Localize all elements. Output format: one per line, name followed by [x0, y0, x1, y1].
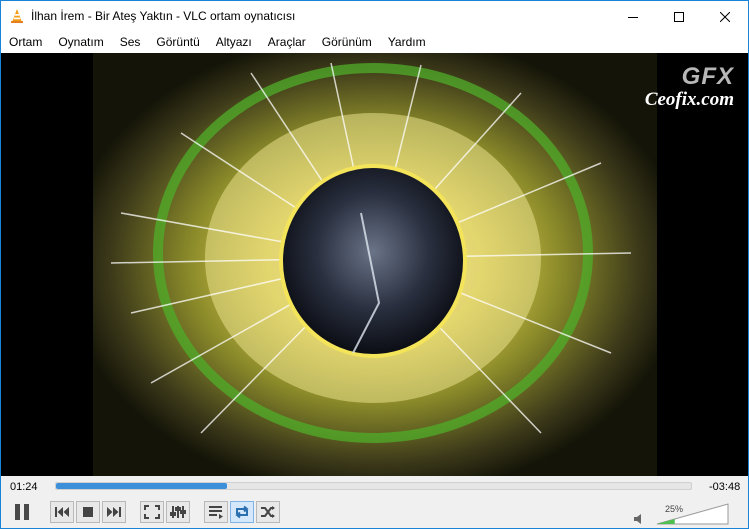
watermark-logo: GFX Ceofix.com	[614, 63, 734, 111]
extended-settings-icon	[170, 506, 186, 518]
playlist-icon	[209, 506, 223, 519]
minimize-icon	[628, 16, 638, 18]
title-bar[interactable]: İlhan İrem - Bir Ateş Yaktın - VLC ortam…	[1, 1, 748, 32]
window-title: İlhan İrem - Bir Ateş Yaktın - VLC ortam…	[31, 9, 296, 23]
stop-icon	[83, 507, 93, 517]
close-button[interactable]	[702, 1, 748, 32]
maximize-icon	[674, 11, 684, 22]
fullscreen-button[interactable]	[140, 501, 164, 523]
menu-bar: Ortam Oynatım Ses Görüntü Altyazı Araçla…	[1, 32, 748, 53]
loop-button[interactable]	[230, 501, 254, 523]
previous-button[interactable]	[50, 501, 74, 523]
video-frame	[93, 53, 657, 476]
speaker-icon[interactable]	[634, 514, 644, 524]
vlc-window: İlhan İrem - Bir Ateş Yaktın - VLC ortam…	[0, 0, 749, 529]
watermark-mark: GFX	[681, 63, 734, 90]
menu-altyazi[interactable]: Altyazı	[208, 32, 260, 53]
pause-button[interactable]	[9, 499, 35, 525]
menu-goruntu[interactable]: Görüntü	[148, 32, 207, 53]
vlc-cone-icon	[11, 9, 23, 23]
shuffle-button[interactable]	[256, 501, 280, 523]
menu-oynatim[interactable]: Oynatım	[50, 32, 111, 53]
remaining-time[interactable]: -03:48	[709, 481, 740, 493]
fullscreen-icon	[144, 505, 160, 519]
loop-icon	[235, 505, 249, 519]
minimize-button[interactable]	[610, 1, 656, 32]
menu-ses[interactable]: Ses	[112, 32, 149, 53]
stop-button[interactable]	[76, 501, 100, 523]
menu-yardim[interactable]: Yardım	[380, 32, 434, 53]
shuffle-icon	[261, 506, 275, 518]
controls-panel: 01:24 -03:48 25%	[1, 476, 748, 528]
volume-slider[interactable]	[656, 503, 729, 525]
close-icon	[720, 11, 730, 22]
video-area[interactable]: GFX Ceofix.com	[1, 53, 748, 476]
menu-araclar[interactable]: Araçlar	[260, 32, 314, 53]
maximize-button[interactable]	[656, 1, 702, 32]
seek-bar[interactable]	[55, 482, 692, 490]
pause-icon	[15, 504, 29, 520]
menu-gorunum[interactable]: Görünüm	[314, 32, 380, 53]
next-button[interactable]	[102, 501, 126, 523]
menu-ortam[interactable]: Ortam	[1, 32, 50, 53]
next-icon	[107, 507, 121, 517]
seek-bar-fill	[56, 483, 228, 489]
playlist-button[interactable]	[204, 501, 228, 523]
extended-settings-button[interactable]	[166, 501, 190, 523]
watermark-text: Ceofix.com	[644, 89, 734, 110]
elapsed-time: 01:24	[10, 481, 38, 493]
previous-icon	[55, 507, 69, 517]
